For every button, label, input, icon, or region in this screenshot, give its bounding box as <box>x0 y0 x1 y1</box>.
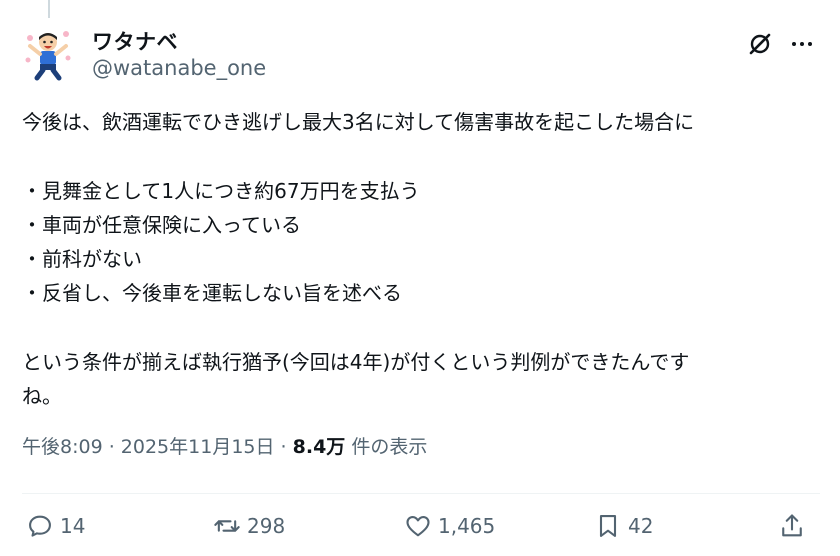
tweet-line: ね。 <box>22 384 62 409</box>
post-time[interactable]: 午後8:09 <box>22 436 103 458</box>
tweet-line: ・前科がない <box>22 247 142 272</box>
share-icon <box>782 514 802 537</box>
tweet-line: ・車両が任意保険に入っている <box>22 212 301 237</box>
bookmark-icon <box>599 515 617 537</box>
grok-icon[interactable] <box>746 30 774 58</box>
bookmark-count: 42 <box>628 514 654 538</box>
reply-button[interactable]: 14 <box>26 510 85 542</box>
more-icon[interactable] <box>788 30 816 58</box>
repost-button[interactable]: 298 <box>213 510 285 542</box>
heart-icon <box>406 515 430 537</box>
meta-separator: · <box>102 436 121 458</box>
thread-connector-line <box>48 0 50 18</box>
tweet-metadata: 午後8:09 · 2025年11月15日 · 8.4万 件の表示 <box>22 432 427 459</box>
tweet-line: ・見舞金として1人につき約67万円を支払う <box>22 178 420 203</box>
tweet-line: という条件が揃えば執行猶予(今回は4年)が付くという判例ができたんです <box>22 350 690 375</box>
divider <box>22 493 820 494</box>
tweet-line: 今後は、飲酒運転でひき逃げし最大3名に対して傷害事故を起こした場合に <box>22 110 695 134</box>
like-button[interactable]: 1,465 <box>404 510 495 542</box>
reply-icon <box>29 515 51 537</box>
repost-icon <box>214 520 240 532</box>
repost-count: 298 <box>247 514 286 538</box>
avatar[interactable] <box>22 24 74 82</box>
views-count[interactable]: 8.4万 <box>293 436 346 458</box>
tweet-line: ・反省し、今後車を運転しない旨を述べる <box>22 281 402 306</box>
post-date[interactable]: 2025年11月15日 <box>121 436 275 458</box>
author-handle[interactable]: @watanabe_one <box>92 56 266 80</box>
tweet-text: 今後は、飲酒運転でひき逃げし最大3名に対して傷害事故を起こした場合に ・見舞金と… <box>22 105 827 414</box>
reply-count: 14 <box>60 514 86 538</box>
share-button[interactable] <box>778 510 806 542</box>
bookmark-button[interactable]: 42 <box>594 510 653 542</box>
author-display-name[interactable]: ワタナベ <box>92 26 178 56</box>
tweet-line <box>22 311 827 345</box>
views-label: 件の表示 <box>345 436 428 458</box>
like-count: 1,465 <box>438 514 496 538</box>
tweet-line <box>22 139 827 173</box>
meta-separator: · <box>274 436 293 458</box>
